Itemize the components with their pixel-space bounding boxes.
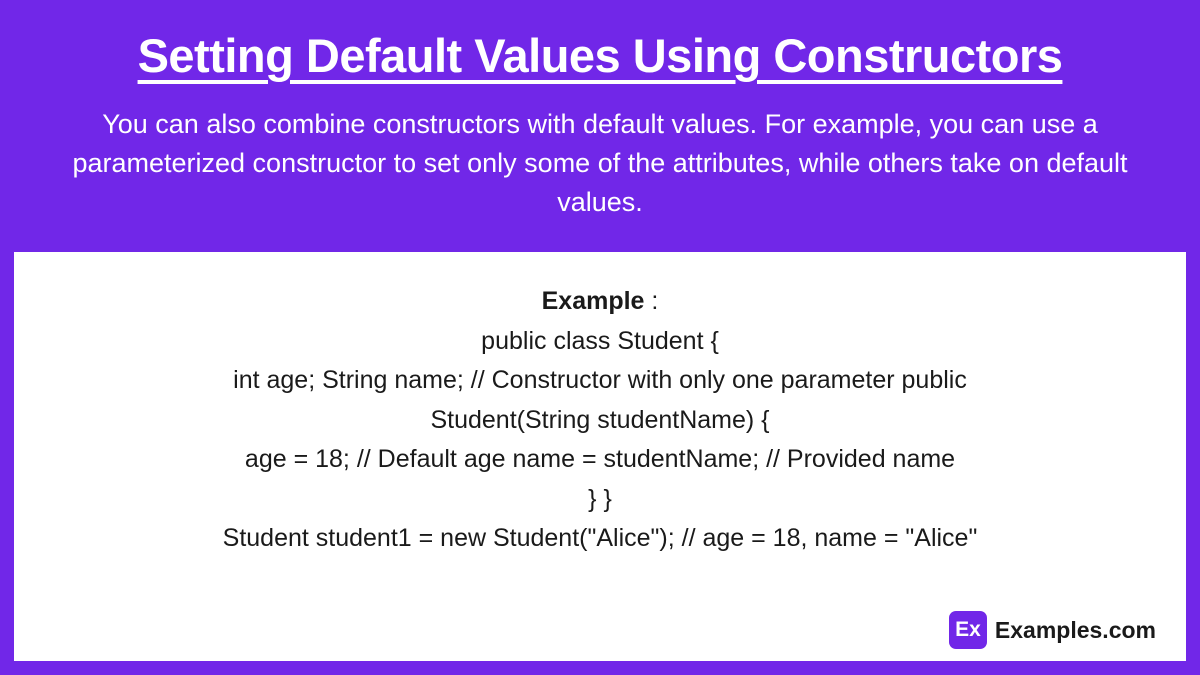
page-description: You can also combine constructors with d…	[60, 105, 1140, 222]
logo-brand-text: Examples.com	[995, 617, 1156, 644]
code-line: age = 18; // Default age name = studentN…	[44, 440, 1156, 480]
code-line: } }	[44, 480, 1156, 520]
code-line: Student(String studentName) {	[44, 401, 1156, 441]
logo-icon-text: Ex	[955, 618, 981, 642]
code-line: public class Student {	[44, 322, 1156, 362]
header-section: Setting Default Values Using Constructor…	[0, 0, 1200, 252]
page-title: Setting Default Values Using Constructor…	[40, 28, 1160, 83]
slide-container: Setting Default Values Using Constructor…	[0, 0, 1200, 675]
example-label-line: Example :	[44, 282, 1156, 322]
logo-icon: Ex	[949, 611, 987, 649]
example-box: Example : public class Student { int age…	[14, 252, 1186, 661]
example-colon: :	[644, 287, 658, 315]
example-content: Example : public class Student { int age…	[44, 282, 1156, 559]
logo-container: Ex Examples.com	[949, 611, 1156, 649]
code-line: int age; String name; // Constructor wit…	[44, 361, 1156, 401]
code-line: Student student1 = new Student("Alice");…	[44, 519, 1156, 559]
example-label: Example	[542, 287, 645, 315]
